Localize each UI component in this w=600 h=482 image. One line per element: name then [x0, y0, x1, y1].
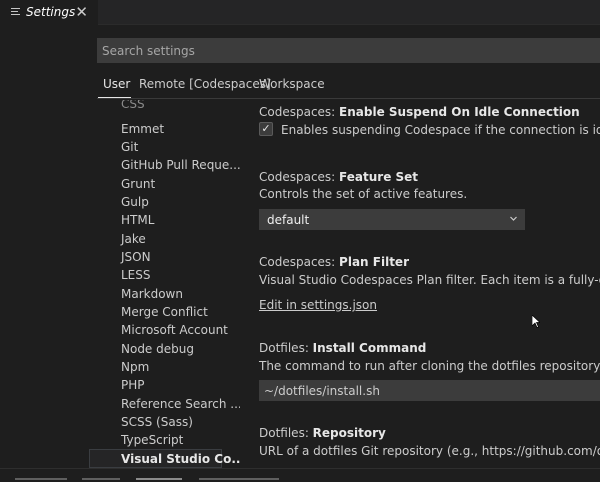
toc-item-npm[interactable]: Npm: [121, 360, 149, 374]
setting-title-plan-filter: Codespaces: Plan Filter: [259, 255, 409, 269]
search-box: [97, 38, 600, 63]
feature-set-dropdown[interactable]: default: [259, 209, 525, 230]
toc-item-microsoft-account[interactable]: Microsoft Account: [121, 323, 228, 337]
bottom-panel-strip: [0, 468, 600, 482]
settings-toc: CSS Emmet Git GitHub Pull Reque... Grunt…: [0, 100, 240, 468]
setting-title-install-command: Dotfiles: Install Command: [259, 341, 427, 355]
toc-item-less[interactable]: LESS: [121, 268, 151, 282]
menu-icon: [11, 7, 20, 17]
mouse-pointer-icon: [532, 315, 540, 328]
toc-item-php[interactable]: PHP: [121, 378, 145, 392]
toc-item-markdown[interactable]: Markdown: [121, 287, 183, 301]
panel-tab-debug-console[interactable]: [199, 478, 279, 480]
toc-item-json[interactable]: JSON: [121, 250, 151, 264]
toc-item-emmet[interactable]: Emmet: [121, 122, 164, 136]
toc-item-node-debug[interactable]: Node debug: [121, 342, 194, 356]
panel-tab-output[interactable]: [82, 478, 120, 480]
close-icon[interactable]: ✕: [75, 2, 88, 22]
panel-tab-problems[interactable]: [15, 478, 67, 480]
suspend-checkbox[interactable]: ✓: [259, 122, 273, 136]
toc-item-reference-search[interactable]: Reference Search ...: [121, 397, 240, 411]
setting-desc-install-command: The command to run after cloning the dot…: [259, 359, 600, 373]
setting-title-feature-set: Codespaces: Feature Set: [259, 170, 419, 184]
suspend-checkbox-label: Enables suspending Codespace if the conn…: [281, 123, 600, 137]
toc-item-grunt[interactable]: Grunt: [121, 177, 155, 191]
toc-item-jake[interactable]: Jake: [121, 232, 146, 246]
search-input[interactable]: [98, 39, 599, 62]
tab-remote-codespaces[interactable]: Remote [Codespaces]: [139, 77, 271, 99]
setting-title-suspend: Codespaces: Enable Suspend On Idle Conne…: [259, 105, 580, 119]
dropdown-value: default: [267, 213, 310, 227]
settings-editor-tab[interactable]: Settings ✕: [0, 0, 98, 24]
toc-item-visual-studio-codespaces[interactable]: Visual Studio Co...: [121, 452, 240, 466]
divider: [98, 24, 600, 25]
toc-item-merge-conflict[interactable]: Merge Conflict: [121, 305, 208, 319]
chevron-down-icon: [510, 216, 517, 221]
setting-desc-feature-set: Controls the set of active features.: [259, 187, 468, 201]
tab-workspace[interactable]: Workspace: [259, 77, 325, 99]
toc-item-git[interactable]: Git: [121, 140, 138, 154]
active-tab-indicator: [98, 97, 131, 98]
tab-user[interactable]: User: [103, 77, 130, 99]
setting-title-repository: Dotfiles: Repository: [259, 426, 386, 440]
toc-item-gulp[interactable]: Gulp: [121, 195, 149, 209]
toc-item-html[interactable]: HTML: [121, 213, 154, 227]
toc-item-typescript[interactable]: TypeScript: [121, 433, 183, 447]
toc-item-css[interactable]: CSS: [121, 100, 145, 111]
divider: [97, 98, 600, 99]
editor-tab-bar: Settings ✕: [0, 0, 600, 24]
settings-list: Codespaces: Enable Suspend On Idle Conne…: [245, 100, 600, 468]
toc-item-github-pull-requests[interactable]: GitHub Pull Reque...: [121, 158, 240, 172]
edit-in-settings-json-link[interactable]: Edit in settings.json: [259, 298, 377, 312]
tab-label: Settings: [26, 5, 76, 19]
toc-item-scss[interactable]: SCSS (Sass): [121, 415, 193, 429]
setting-desc-repository: URL of a dotfiles Git repository (e.g., …: [259, 444, 600, 458]
setting-desc-plan-filter: Visual Studio Codespaces Plan filter. Ea…: [259, 273, 600, 287]
check-icon: ✓: [261, 122, 271, 135]
install-command-input[interactable]: [260, 381, 599, 400]
panel-tab-terminal[interactable]: [136, 478, 182, 480]
install-command-field: [259, 380, 600, 401]
